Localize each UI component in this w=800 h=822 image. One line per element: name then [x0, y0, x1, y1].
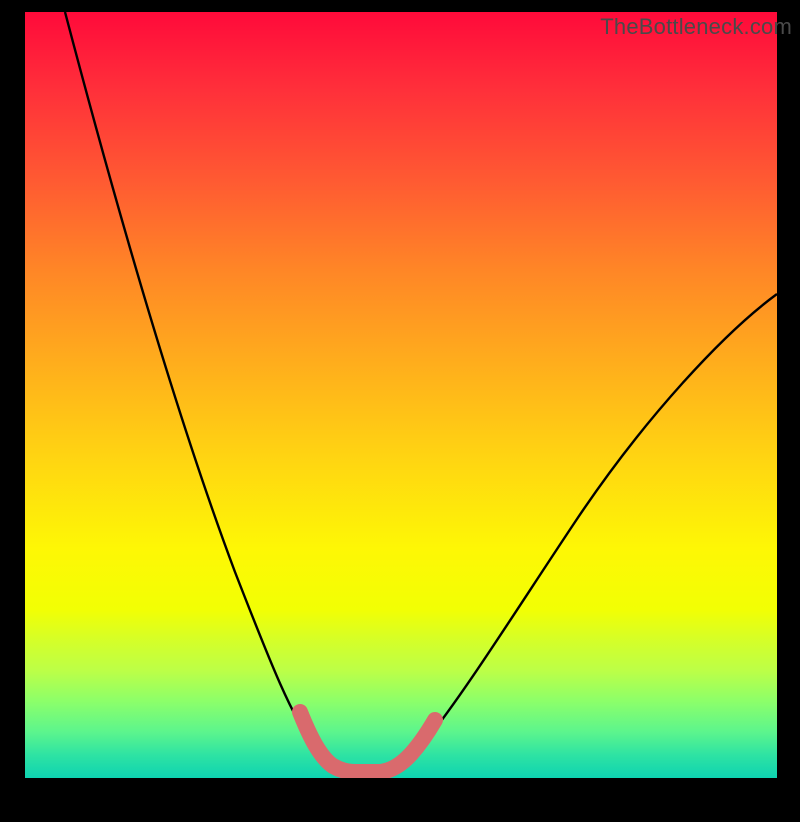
- plot-frame: [25, 12, 777, 778]
- curve-path: [65, 12, 777, 770]
- watermark-text: TheBottleneck.com: [600, 14, 792, 40]
- optimal-range-path: [300, 712, 435, 772]
- bottleneck-curve-svg: [25, 12, 777, 778]
- bottom-border: [0, 800, 800, 822]
